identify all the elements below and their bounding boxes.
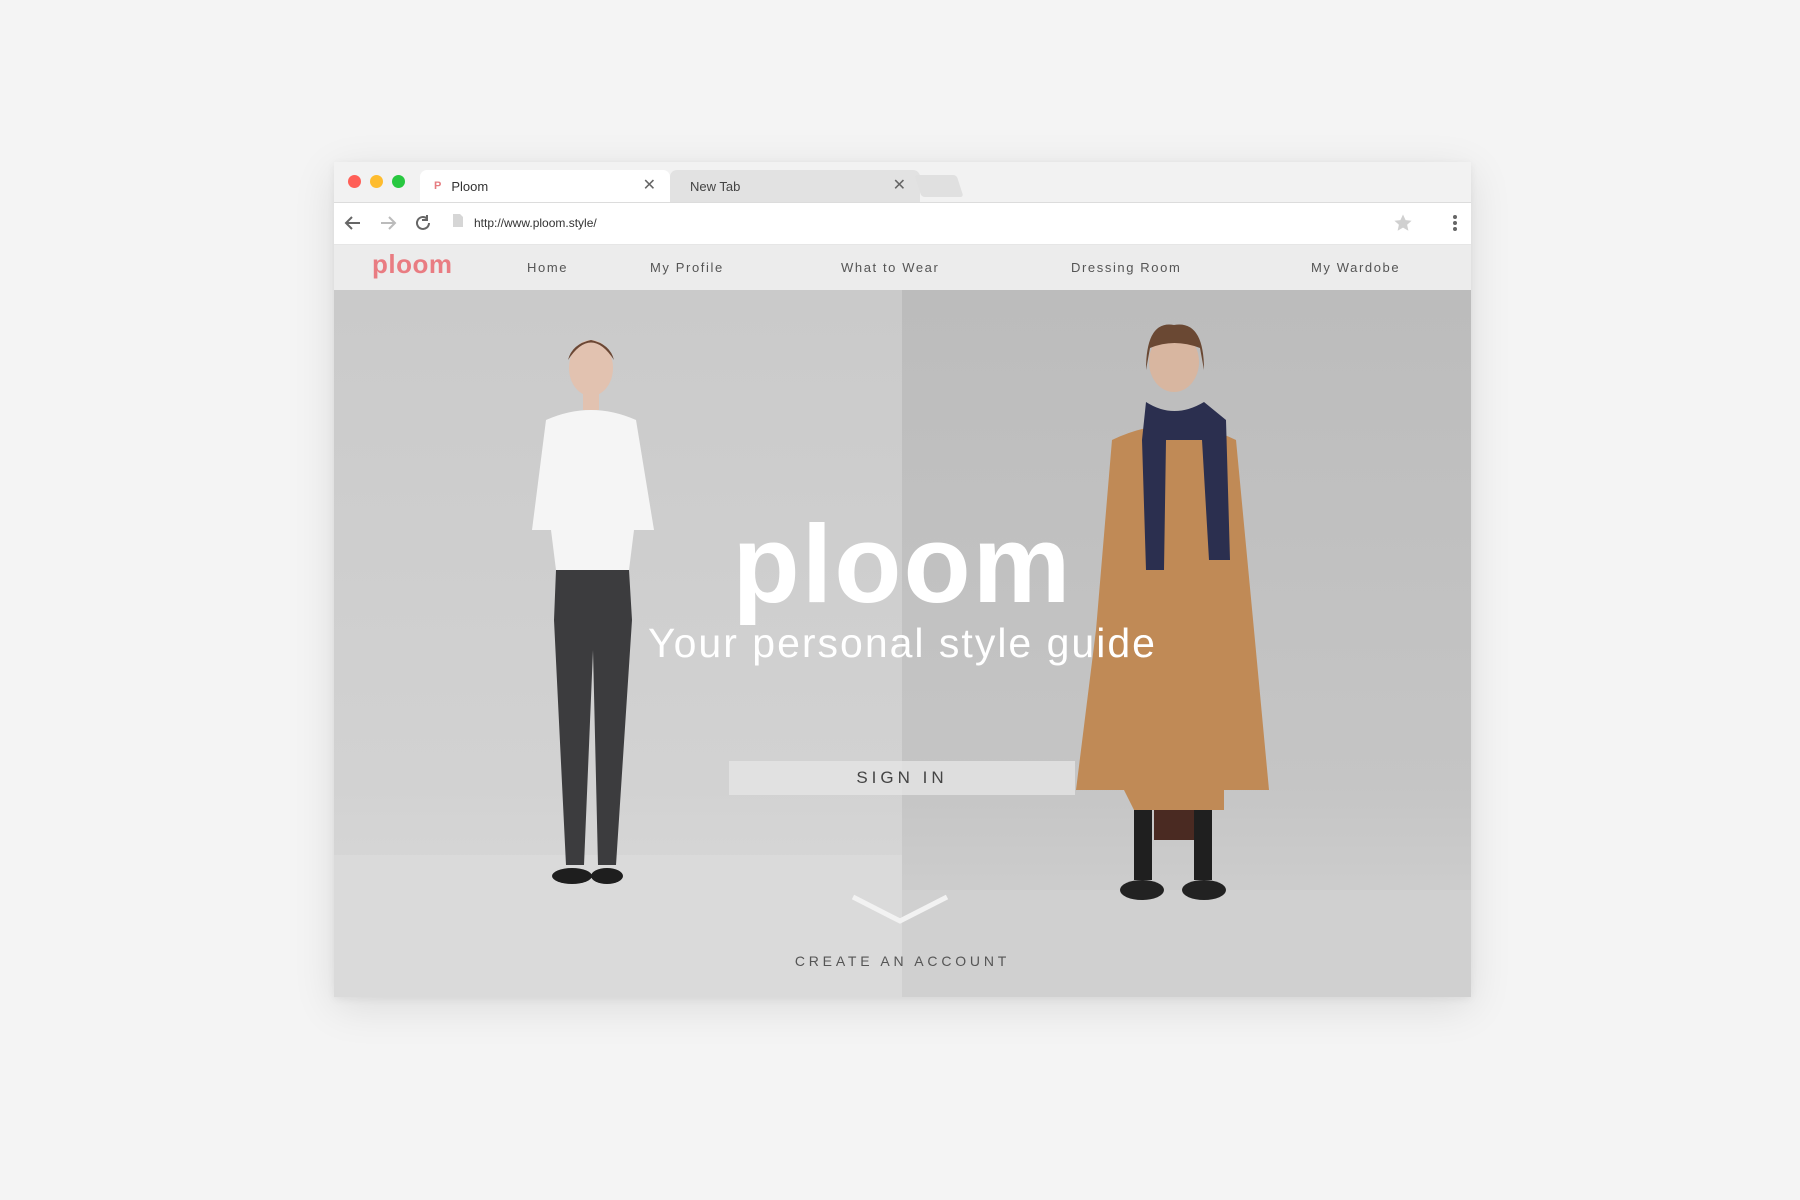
maximize-window-button[interactable] <box>392 175 405 188</box>
chevron-down-icon[interactable] <box>851 893 949 927</box>
close-window-button[interactable] <box>348 175 361 188</box>
star-icon[interactable] <box>1393 213 1413 238</box>
browser-window: P Ploom ✕ New Tab ✕ http://www.ploom.sty… <box>334 162 1471 997</box>
hero-brand-title: ploom <box>732 503 1073 626</box>
close-icon[interactable]: ✕ <box>643 178 656 194</box>
tab-title: New Tab <box>690 178 741 194</box>
ploom-favicon-icon: P <box>434 180 442 192</box>
browser-toolbar: http://www.ploom.style/ <box>334 203 1471 245</box>
forward-arrow-icon[interactable] <box>377 212 399 234</box>
back-arrow-icon[interactable] <box>342 212 364 234</box>
new-tab-button[interactable] <box>914 175 964 197</box>
create-account-link[interactable]: CREATE AN ACCOUNT <box>334 953 1471 969</box>
sign-in-button[interactable]: SIGN IN <box>729 761 1075 795</box>
nav-what-to-wear[interactable]: What to Wear <box>841 260 939 275</box>
nav-my-profile[interactable]: My Profile <box>650 260 724 275</box>
tab-new-tab[interactable]: New Tab ✕ <box>670 170 920 202</box>
tab-ploom[interactable]: P Ploom ✕ <box>420 170 670 202</box>
url-text: http://www.ploom.style/ <box>474 216 597 230</box>
site-navbar: ploom Home My Profile What to Wear Dress… <box>334 245 1471 290</box>
website: ploom Home My Profile What to Wear Dress… <box>334 245 1471 997</box>
nav-dressing-room[interactable]: Dressing Room <box>1071 260 1181 275</box>
address-bar[interactable]: http://www.ploom.style/ <box>452 208 1420 238</box>
site-logo[interactable]: ploom <box>372 249 453 280</box>
reload-icon[interactable] <box>412 212 434 234</box>
tab-strip: P Ploom ✕ New Tab ✕ <box>334 162 1471 203</box>
hero-tagline: Your personal style guide <box>648 620 1157 666</box>
hero-section: ploom Your personal style guide SIGN IN … <box>334 290 1471 997</box>
nav-home[interactable]: Home <box>527 260 568 275</box>
window-controls <box>348 175 405 188</box>
close-icon[interactable]: ✕ <box>893 178 906 194</box>
tab-title: Ploom <box>451 178 489 194</box>
page-icon <box>452 213 464 233</box>
nav-my-wardrobe[interactable]: My Wardobe <box>1311 260 1400 275</box>
menu-dots-icon[interactable] <box>1447 212 1463 234</box>
minimize-window-button[interactable] <box>370 175 383 188</box>
